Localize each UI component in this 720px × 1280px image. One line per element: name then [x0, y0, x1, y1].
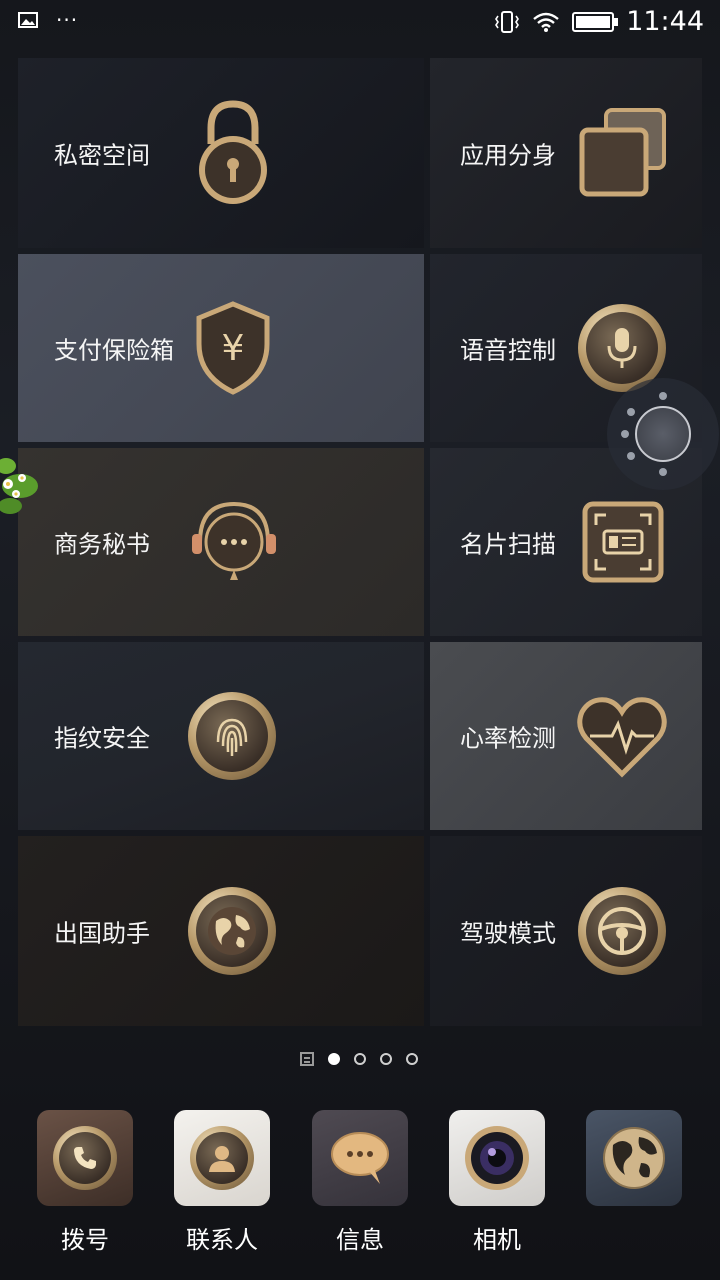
fingerprint-icon: [188, 692, 276, 780]
floating-button-core: [635, 406, 691, 462]
image-notification-icon: [18, 12, 38, 28]
dock-label: 拨号: [61, 1226, 109, 1254]
dock-item-globe[interactable]: [574, 1110, 694, 1220]
steering-wheel-icon: [578, 887, 666, 975]
phone-icon: [37, 1110, 133, 1206]
dock-label: 信息: [336, 1226, 384, 1254]
dock-label: 相机: [473, 1226, 521, 1254]
tile-fingerprint-security[interactable]: 指纹安全: [18, 642, 424, 830]
tile-business-secretary[interactable]: 商务秘书: [18, 448, 424, 636]
floating-assistive-button[interactable]: [607, 378, 719, 490]
heart-rate-icon: [577, 697, 667, 778]
page-dot-1[interactable]: [328, 1053, 340, 1065]
tile-driving-mode[interactable]: 驾驶模式: [430, 836, 702, 1026]
tile-private-space[interactable]: 私密空间: [18, 58, 424, 248]
tile-label: 出国助手: [54, 919, 150, 948]
status-bar: ··· 11:44: [0, 0, 720, 50]
tile-app-clone[interactable]: 应用分身: [430, 58, 702, 248]
dock-item-phone[interactable]: 拨号: [25, 1110, 145, 1255]
dock-item-messages[interactable]: 信息: [300, 1110, 420, 1255]
tile-payment-safe[interactable]: 支付保险箱 ¥: [18, 254, 424, 442]
tile-travel-assistant[interactable]: 出国助手: [18, 836, 424, 1026]
world-globe-icon: [586, 1110, 682, 1206]
battery-icon: [572, 11, 619, 32]
tile-label: 私密空间: [54, 141, 150, 170]
tile-label: 语音控制: [460, 336, 556, 365]
page-indicator: [300, 1052, 418, 1066]
message-icon: [312, 1110, 408, 1206]
floating-dot: [627, 452, 635, 460]
page-dot-3[interactable]: [380, 1053, 392, 1065]
tile-heart-rate[interactable]: 心率检测: [430, 642, 702, 830]
wifi-icon: [533, 12, 559, 32]
svg-text:¥: ¥: [222, 328, 245, 369]
tile-label: 支付保险箱: [54, 336, 174, 365]
clock: 11:44: [626, 6, 704, 37]
app-dock: 拨号 联系人 信息 相机: [0, 1110, 720, 1280]
flower-decoration-icon: [0, 458, 38, 514]
tile-label: 指纹安全: [54, 724, 150, 753]
camera-icon: [449, 1110, 545, 1206]
headset-icon: [192, 501, 276, 580]
floating-dot: [659, 468, 667, 476]
lock-icon: [199, 100, 267, 204]
app-clone-icon: [579, 108, 666, 197]
dock-label: 联系人: [186, 1226, 258, 1254]
yuan-shield-icon: ¥: [196, 301, 270, 395]
more-notifications-icon: ···: [56, 8, 79, 32]
page-dot-4[interactable]: [406, 1053, 418, 1065]
tile-label: 名片扫描: [460, 530, 556, 559]
dock-item-camera[interactable]: 相机: [437, 1110, 557, 1255]
contact-icon: [174, 1110, 270, 1206]
dock-item-contacts[interactable]: 联系人: [162, 1110, 282, 1255]
page-dot-2[interactable]: [354, 1053, 366, 1065]
vibrate-icon: [495, 10, 520, 33]
card-scan-icon: [582, 501, 664, 583]
feature-grid: 私密空间 应用分身 支付保险箱 ¥ 语音控制 商务秘书 名片扫描 指纹安全 心率…: [18, 58, 702, 1028]
floating-dot: [659, 392, 667, 400]
tile-label: 应用分身: [460, 141, 556, 170]
page-list-icon[interactable]: [300, 1052, 314, 1066]
tile-label: 商务秘书: [54, 530, 150, 559]
floating-dot: [627, 408, 635, 416]
floating-dot: [621, 430, 629, 438]
globe-icon: [188, 887, 276, 975]
tile-label: 心率检测: [460, 724, 556, 753]
tile-label: 驾驶模式: [460, 919, 556, 948]
